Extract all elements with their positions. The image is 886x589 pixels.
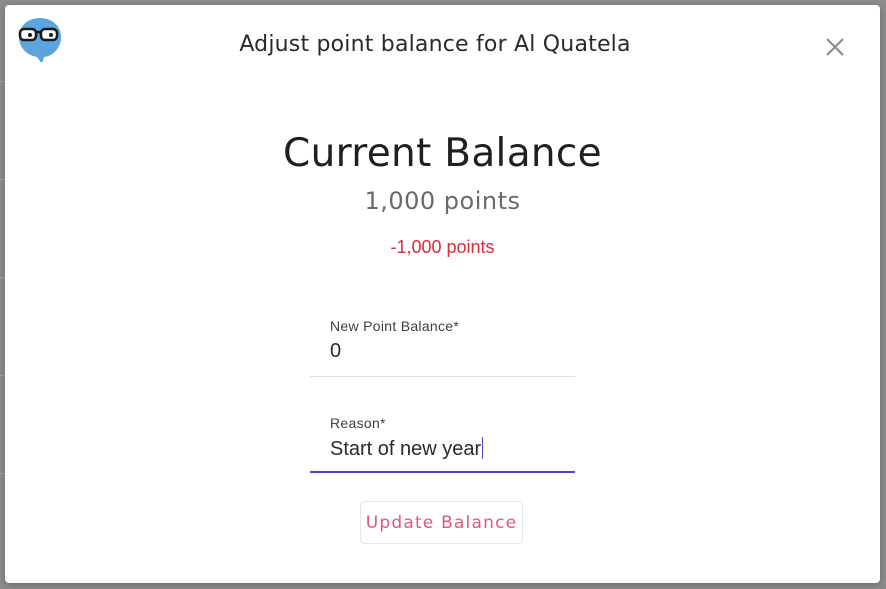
new-point-balance-label: New Point Balance* xyxy=(330,318,460,334)
reason-field[interactable]: Reason* Start of new year xyxy=(310,415,575,475)
reason-label: Reason* xyxy=(330,415,386,431)
current-balance-heading: Current Balance xyxy=(283,131,602,176)
field-underline xyxy=(310,376,575,377)
current-balance-value: 1,000 points xyxy=(364,187,521,215)
reason-input-text: Start of new year xyxy=(330,438,482,460)
modal-title: Adjust point balance for Al Quatela xyxy=(239,32,631,57)
field-underline-focused xyxy=(310,471,575,473)
adjust-balance-modal: Adjust point balance for Al Quatela Curr… xyxy=(5,5,880,583)
update-balance-button[interactable]: Update Balance xyxy=(360,501,523,544)
balance-delta: -1,000 points xyxy=(390,237,495,257)
new-point-balance-field[interactable]: New Point Balance* 0 xyxy=(310,318,575,378)
reason-input[interactable]: Start of new year xyxy=(330,437,570,461)
new-point-balance-input[interactable]: 0 xyxy=(330,340,570,363)
text-caret xyxy=(482,437,484,459)
close-icon[interactable] xyxy=(823,35,847,59)
